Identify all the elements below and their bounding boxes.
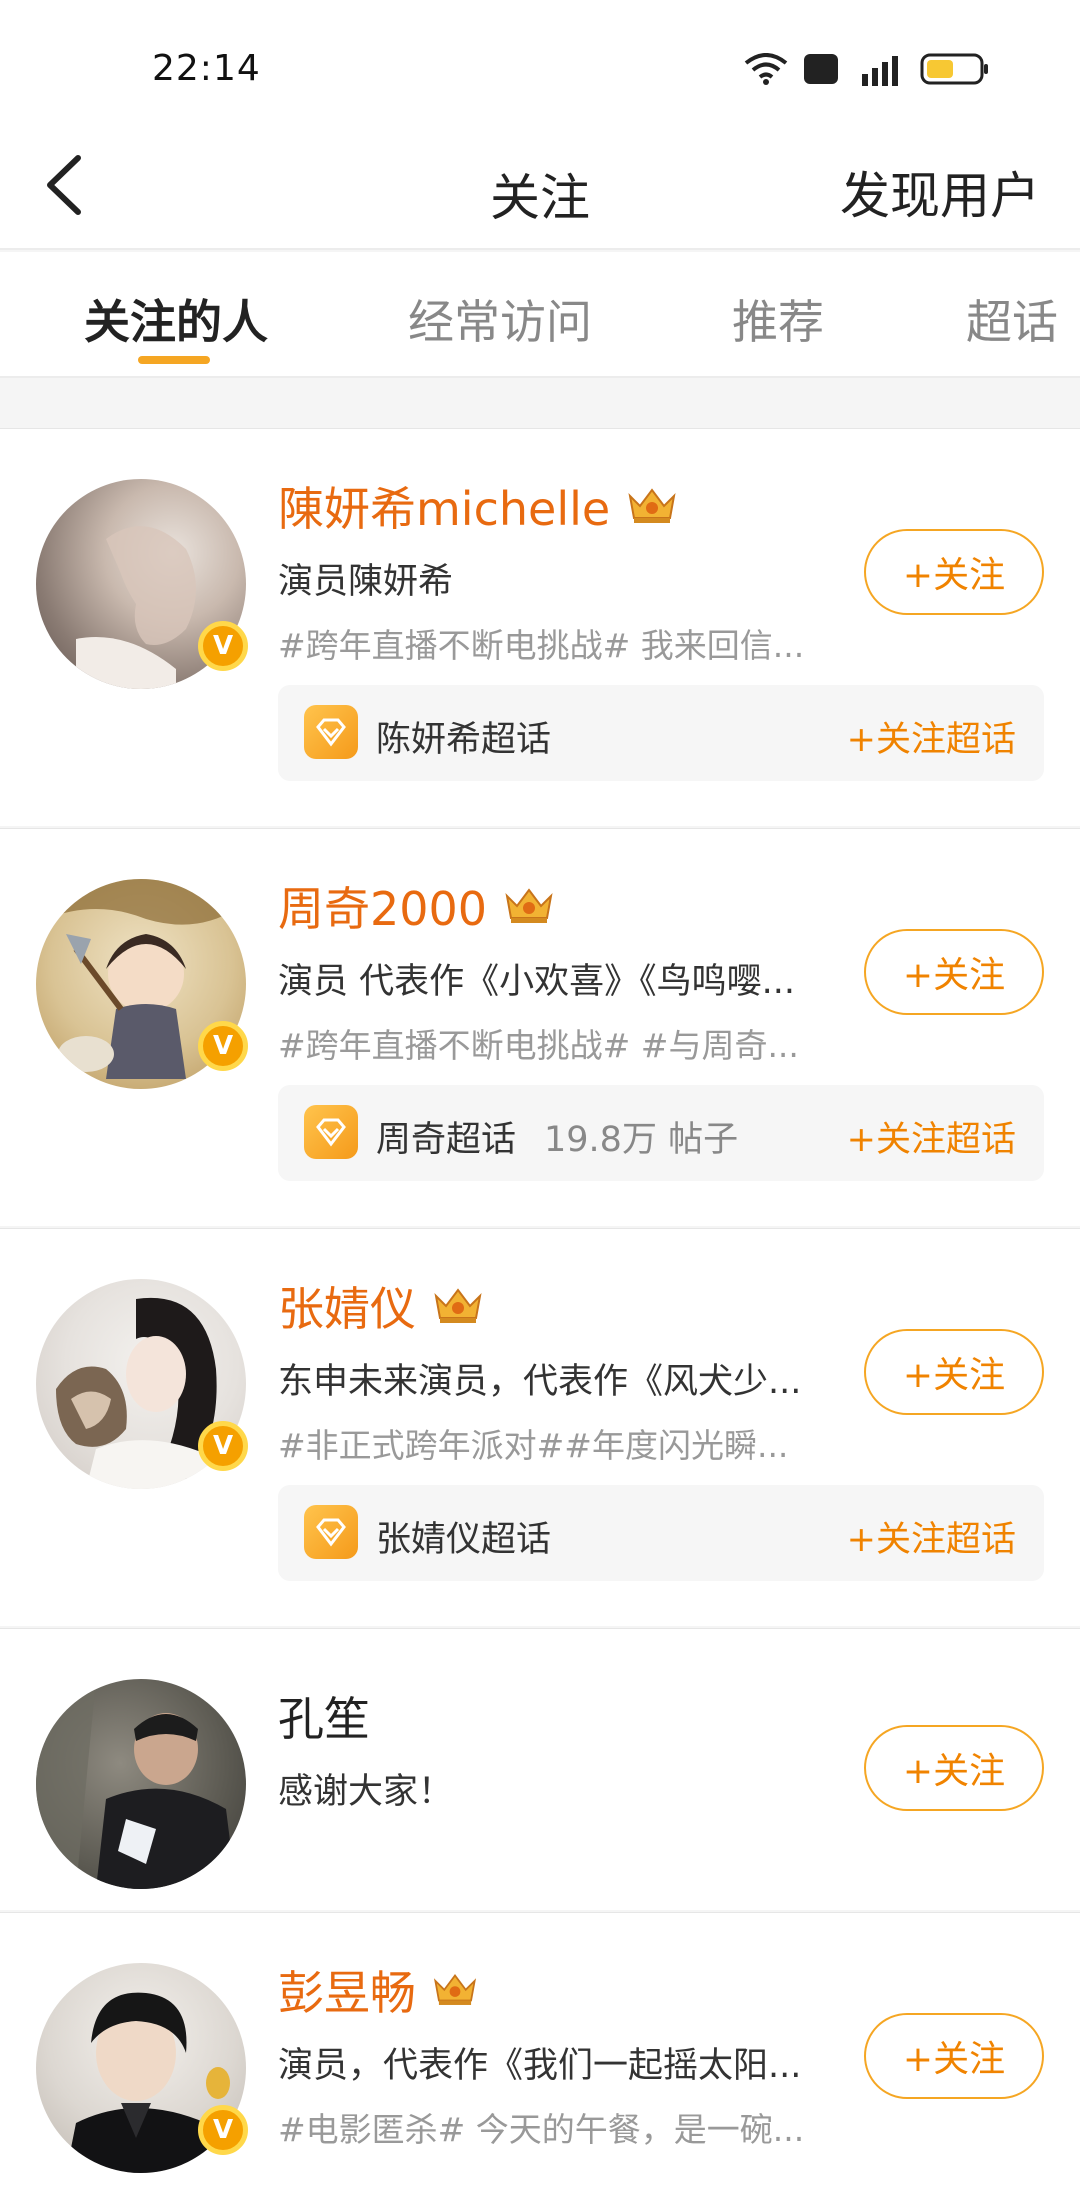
name-row: 周奇2000	[278, 873, 557, 939]
status-icons	[744, 52, 990, 86]
name-row: 张婧仪	[278, 1273, 486, 1339]
user-card[interactable]: 孔笙 感谢大家！ +关注	[0, 1628, 1080, 1910]
user-description: 演员，代表作《我们一起摇太阳...	[278, 2046, 802, 2086]
follow-button[interactable]: +关注	[864, 1329, 1044, 1415]
user-description: 演员陳妍希	[278, 562, 454, 602]
verified-badge-icon: V	[198, 2105, 248, 2155]
crown-icon	[430, 1282, 486, 1330]
verified-badge-icon: V	[198, 1021, 248, 1071]
battery-icon	[920, 52, 990, 86]
super-topic-name: 周奇超话 19.8万 帖子	[376, 1120, 739, 1160]
user-description: 演员 代表作《小欢喜》《鸟鸣嘤...	[278, 962, 796, 1002]
avatar[interactable]	[36, 1679, 246, 1889]
super-topic-name: 陈妍希超话	[376, 720, 552, 760]
follow-button[interactable]: +关注	[864, 2013, 1044, 2099]
follow-button[interactable]: +关注	[864, 929, 1044, 1015]
user-card[interactable]: V 张婧仪 东申未来演员，代表作《风犬少... #非正式跨年派对##年度闪光瞬.…	[0, 1228, 1080, 1626]
user-description: 东申未来演员，代表作《风犬少...	[278, 1362, 802, 1402]
user-name[interactable]: 陳妍希michelle	[278, 473, 610, 539]
tab-following[interactable]: 关注的人	[84, 286, 268, 352]
diamond-icon	[304, 1105, 358, 1159]
crown-icon	[624, 482, 680, 530]
user-latest-post[interactable]: #跨年直播不断电挑战# 我来回信...	[278, 619, 818, 667]
verified-badge-icon: V	[198, 621, 248, 671]
user-name[interactable]: 张婧仪	[278, 1273, 416, 1339]
follow-button[interactable]: +关注	[864, 1725, 1044, 1811]
user-name[interactable]: 孔笙	[278, 1683, 370, 1749]
follow-super-topic-button[interactable]: +关注超话	[847, 711, 1016, 762]
tab-frequent[interactable]: 经常访问	[408, 286, 592, 352]
user-name[interactable]: 彭昱畅	[278, 1957, 416, 2023]
name-row: 孔笙	[278, 1683, 370, 1749]
user-latest-post[interactable]: #电影匿杀# 今天的午餐，是一碗...	[278, 2103, 818, 2151]
name-row: 彭昱畅	[278, 1957, 480, 2023]
crown-icon	[501, 882, 557, 930]
tab-recommended[interactable]: 推荐	[732, 286, 824, 352]
wifi-icon	[744, 53, 788, 85]
name-row: 陳妍希michelle	[278, 473, 680, 539]
user-description: 感谢大家！	[278, 1772, 454, 1812]
super-topic-post-count: 19.8万 帖子	[544, 1120, 739, 1160]
follow-button[interactable]: +关注	[864, 529, 1044, 615]
diamond-icon	[304, 705, 358, 759]
hd-icon	[804, 54, 838, 84]
diamond-icon	[304, 1505, 358, 1559]
super-topic-name: 张婧仪超话	[376, 1520, 552, 1560]
user-card[interactable]: V 陳妍希michelle 演员陳妍希 #跨年直播不断电挑战# 我来回信... …	[0, 428, 1080, 826]
super-topic-row[interactable]: 周奇超话 19.8万 帖子 +关注超话	[278, 1085, 1044, 1181]
follow-super-topic-button[interactable]: +关注超话	[847, 1111, 1016, 1162]
tab-bar: 关注的人 经常访问 推荐 超话	[0, 252, 1080, 378]
following-list: V 陳妍希michelle 演员陳妍希 #跨年直播不断电挑战# 我来回信... …	[0, 428, 1080, 2212]
user-latest-post[interactable]: #跨年直播不断电挑战# #与周奇...	[278, 1019, 818, 1067]
discover-users-button[interactable]: 发现用户	[840, 156, 1040, 228]
user-latest-post[interactable]: #非正式跨年派对##年度闪光瞬...	[278, 1419, 818, 1467]
status-bar: 22:14	[0, 0, 1080, 120]
follow-super-topic-button[interactable]: +关注超话	[847, 1511, 1016, 1562]
user-name[interactable]: 周奇2000	[278, 873, 487, 939]
super-topic-row[interactable]: 张婧仪超话 +关注超话	[278, 1485, 1044, 1581]
super-topic-row[interactable]: 陈妍希超话 +关注超话	[278, 685, 1044, 781]
nav-bar: 关注 发现用户	[0, 120, 1080, 250]
5g-signal-icon	[854, 52, 904, 86]
user-card[interactable]: V 彭昱畅 演员，代表作《我们一起摇太阳... #电影匿杀# 今天的午餐，是一碗…	[0, 1912, 1080, 2212]
tab-super-topic[interactable]: 超话	[966, 286, 1058, 352]
user-card[interactable]: V 周奇2000 演员 代表作《小欢喜》《鸟鸣嘤... #跨年直播不断电挑战# …	[0, 828, 1080, 1226]
tab-active-indicator	[138, 356, 210, 364]
verified-badge-icon: V	[198, 1421, 248, 1471]
status-time: 22:14	[152, 48, 261, 89]
crown-icon	[430, 1968, 480, 2012]
